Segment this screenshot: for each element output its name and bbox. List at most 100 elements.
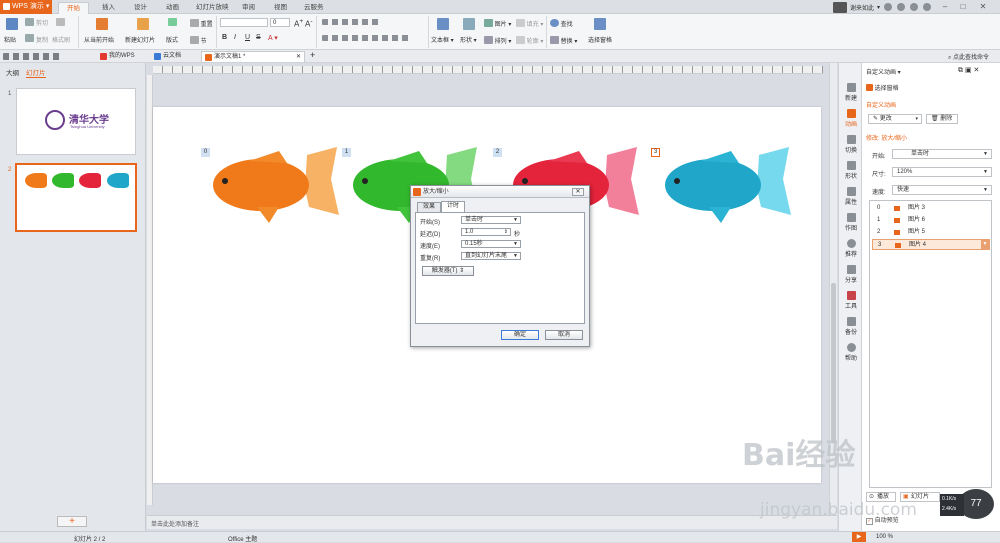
picture-button[interactable]: 图片 ▾ bbox=[484, 18, 511, 28]
tab-home[interactable]: 开始 bbox=[58, 2, 89, 14]
pane-title[interactable]: 自定义动画 ▾ bbox=[866, 67, 901, 76]
help-pane-button[interactable]: 帮助 bbox=[841, 341, 861, 365]
tab-cloud[interactable]: 云服务 bbox=[296, 2, 332, 14]
quick-access-icons[interactable] bbox=[3, 53, 63, 60]
select-pane-link[interactable]: 选择窗格 bbox=[866, 83, 899, 92]
doc-tab-mywps[interactable]: 我的WPS bbox=[97, 51, 145, 62]
tab-insert[interactable]: 插入 bbox=[94, 2, 123, 14]
layout-button[interactable]: 版式 bbox=[166, 35, 178, 44]
doc-tab-presentation[interactable]: 演示文稿1 * ✕ bbox=[201, 51, 305, 62]
ok-button[interactable]: 确定 bbox=[501, 330, 539, 340]
text-box-button[interactable]: 文本框 ▾ bbox=[431, 35, 454, 44]
reset-button[interactable]: 重置 bbox=[190, 18, 213, 28]
new-slide-button[interactable]: 新建幻灯片 bbox=[125, 35, 155, 44]
anim-tag-3[interactable]: 3 bbox=[651, 148, 660, 157]
tab-slides[interactable]: 幻灯片 bbox=[26, 67, 46, 78]
start-select[interactable]: 单击时 ▼ bbox=[892, 149, 992, 159]
help-icon[interactable] bbox=[910, 3, 918, 11]
delete-button[interactable]: 🗑 删除 bbox=[926, 114, 958, 124]
trigger-button[interactable]: 触发器(T) ⇕ bbox=[422, 266, 474, 276]
goldfish-blue[interactable] bbox=[661, 145, 791, 225]
section-button[interactable]: 节 bbox=[190, 35, 207, 45]
fill-button[interactable]: 填充 ▾ bbox=[516, 18, 543, 28]
paste-icon[interactable] bbox=[6, 18, 18, 30]
close-tab-icon[interactable]: ✕ bbox=[296, 52, 301, 63]
item-dropdown-icon[interactable]: ▼ bbox=[981, 240, 989, 249]
format-painter-button[interactable]: 格式刷 bbox=[52, 35, 70, 44]
tab-slideshow[interactable]: 幻灯片放映 bbox=[188, 2, 237, 14]
change-button[interactable]: ✎ 更改 ▾ bbox=[868, 114, 922, 124]
tab-timing[interactable]: 计时 bbox=[441, 201, 466, 212]
dialog-close-button[interactable]: ✕ bbox=[572, 188, 584, 196]
play-slideshow-icon[interactable]: ▶ bbox=[852, 532, 866, 542]
close-button[interactable]: ✕ bbox=[978, 2, 988, 12]
add-tab-button[interactable]: + bbox=[310, 50, 315, 60]
zoom-level[interactable]: 100 % bbox=[876, 534, 893, 540]
scroll-thumb[interactable] bbox=[831, 283, 836, 443]
user-account[interactable]: 谢来如此 ▾ bbox=[832, 1, 880, 13]
recommend-pane-button[interactable]: 推荐 bbox=[841, 237, 861, 261]
cut-button[interactable]: 剪切 bbox=[36, 18, 48, 27]
list-item-selected[interactable]: 3 图片 4 ▼ bbox=[872, 239, 990, 250]
tab-design[interactable]: 设计 bbox=[126, 2, 155, 14]
font-name-field[interactable] bbox=[220, 18, 268, 27]
tools-pane-button[interactable]: 工具 bbox=[841, 289, 861, 313]
backup-pane-button[interactable]: 备份 bbox=[841, 315, 861, 339]
shape-button[interactable]: 形状 ▾ bbox=[460, 35, 477, 44]
tab-review[interactable]: 审阅 bbox=[234, 2, 263, 14]
notes-area[interactable]: 单击此处添加备注 bbox=[147, 515, 837, 529]
list-item[interactable]: 1 图片 6 bbox=[872, 215, 990, 226]
copy-button[interactable]: 复制 bbox=[36, 35, 48, 44]
strikethrough-button[interactable]: S bbox=[256, 34, 261, 41]
delay-spinner[interactable]: 1.0 ⇕ bbox=[461, 228, 511, 236]
doc-tab-cloud[interactable]: 云文档 bbox=[151, 51, 195, 62]
minimize-button[interactable]: – bbox=[940, 2, 950, 12]
font-size-field[interactable]: 0 bbox=[270, 18, 290, 27]
share-pane-button[interactable]: 分享 bbox=[841, 263, 861, 287]
tab-effect[interactable]: 效果 bbox=[417, 202, 442, 212]
alignment-icons[interactable] bbox=[322, 35, 412, 41]
cancel-button[interactable]: 取消 bbox=[545, 330, 583, 340]
pane-controls[interactable]: ⧉ ▣ ✕ bbox=[958, 66, 979, 75]
underline-button[interactable]: U bbox=[245, 34, 250, 41]
property-pane-button[interactable]: 属性 bbox=[841, 185, 861, 209]
slide-thumbnail-1[interactable]: 清华大学 Tsinghua University bbox=[16, 88, 136, 155]
tab-animation[interactable]: 动画 bbox=[158, 2, 187, 14]
font-color-button[interactable]: A ▾ bbox=[268, 34, 278, 42]
list-item[interactable]: 0 图片 3 bbox=[872, 203, 990, 214]
feedback-icon[interactable] bbox=[923, 3, 931, 11]
drawing-pane-button[interactable]: 作图 bbox=[841, 211, 861, 235]
animation-list[interactable]: 0 图片 3 1 图片 6 2 图片 5 3 图片 4 ▼ bbox=[869, 200, 992, 488]
from-current-button[interactable]: 从当前开始 bbox=[84, 35, 114, 44]
slide-thumbnail-2[interactable] bbox=[15, 163, 137, 232]
paragraph-icons[interactable] bbox=[322, 19, 382, 25]
paste-button[interactable]: 粘贴 bbox=[4, 35, 16, 44]
app-menu-button[interactable]: WPS 演示 ▾ bbox=[0, 0, 52, 14]
arrange-button[interactable]: 排列 ▾ bbox=[484, 35, 511, 45]
outline-button[interactable]: 轮廓 ▾ bbox=[516, 35, 543, 45]
find-button[interactable]: 查找 bbox=[550, 18, 573, 28]
speed-select[interactable]: 快速 ▼ bbox=[892, 185, 992, 195]
maximize-button[interactable]: □ bbox=[958, 2, 968, 12]
skin-icon[interactable] bbox=[884, 3, 892, 11]
shape-pane-button[interactable]: 形状 bbox=[841, 159, 861, 183]
select-pane-button[interactable]: 选择窗格 bbox=[588, 35, 612, 44]
add-slide-button[interactable]: + bbox=[57, 516, 87, 527]
search-command[interactable]: ⌕ 点此查找命令 bbox=[948, 52, 989, 62]
list-item[interactable]: 2 图片 5 bbox=[872, 227, 990, 238]
animation-pane-button[interactable]: 动画 bbox=[841, 107, 861, 131]
size-select[interactable]: 120% ▼ bbox=[892, 167, 992, 177]
settings-icon[interactable] bbox=[897, 3, 905, 11]
grow-font-button[interactable]: A+ A- bbox=[294, 18, 313, 29]
speed-select[interactable]: 0.15秒 ▼ bbox=[461, 240, 521, 248]
transition-pane-button[interactable]: 切换 bbox=[841, 133, 861, 157]
tab-view[interactable]: 视图 bbox=[266, 2, 295, 14]
dialog-title-bar[interactable]: 放大/缩小 ✕ bbox=[411, 186, 589, 198]
start-select[interactable]: 单击时 ▼ bbox=[461, 216, 521, 224]
repeat-select[interactable]: 直到幻灯片末尾 ▼ bbox=[461, 252, 521, 260]
replace-button[interactable]: 替换 ▾ bbox=[550, 35, 577, 45]
italic-button[interactable]: I bbox=[234, 34, 236, 41]
anim-tag-2[interactable]: 2 bbox=[493, 148, 502, 157]
new-pane-button[interactable]: 新建 bbox=[841, 81, 861, 105]
goldfish-orange[interactable] bbox=[209, 145, 339, 225]
